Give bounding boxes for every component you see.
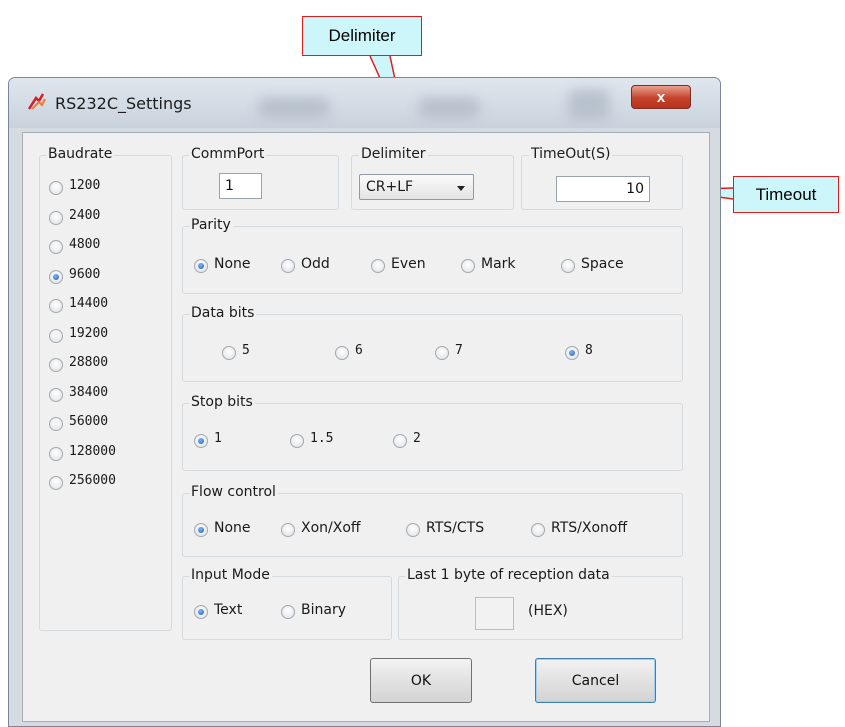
- flowcontrol-label-rts-cts[interactable]: RTS/CTS: [426, 520, 484, 536]
- stopbits-label-1[interactable]: 1: [214, 431, 222, 446]
- stopbits-radio-1-5[interactable]: [290, 434, 304, 448]
- parity-label-mark[interactable]: Mark: [481, 256, 516, 272]
- baudrate-label-1200[interactable]: 1200: [69, 178, 100, 193]
- parity-radio-odd[interactable]: [281, 259, 295, 273]
- databits-radio-5[interactable]: [222, 346, 236, 360]
- delimiter-label: Delimiter: [359, 146, 428, 162]
- flowcontrol-radio-rts-cts[interactable]: [406, 523, 420, 537]
- dialog-client-area: Baudrate CommPort 1 Delimiter CR+LF Time…: [22, 132, 710, 722]
- baudrate-radio-9600[interactable]: [49, 269, 63, 284]
- timeout-label: TimeOut(S): [529, 146, 613, 162]
- inputmode-label-binary[interactable]: Binary: [301, 602, 346, 618]
- parity-label: Parity: [189, 217, 233, 233]
- delimiter-value: CR+LF: [366, 179, 414, 195]
- databits-label-7[interactable]: 7: [455, 343, 463, 358]
- parity-radio-even[interactable]: [371, 259, 385, 273]
- parity-label-odd[interactable]: Odd: [301, 256, 330, 272]
- baudrate-radio-19200[interactable]: [49, 328, 63, 343]
- timeout-callout: Timeout: [733, 176, 839, 213]
- inputmode-label-text[interactable]: Text: [214, 602, 242, 618]
- ok-button[interactable]: OK: [370, 658, 472, 703]
- parity-label-none[interactable]: None: [214, 256, 251, 272]
- baudrate-label-256000[interactable]: 256000: [69, 473, 116, 488]
- baudrate-radio-256000[interactable]: [49, 476, 63, 490]
- flowcontrol-radio-none[interactable]: [194, 523, 208, 537]
- window-title: RS232C_Settings: [55, 94, 192, 113]
- inputmode-radio-binary[interactable]: [281, 605, 295, 619]
- cancel-button[interactable]: Cancel: [535, 658, 656, 703]
- baudrate-label-14400[interactable]: 14400: [69, 296, 108, 311]
- delimiter-select[interactable]: CR+LF: [359, 174, 474, 200]
- stopbits-label-2[interactable]: 2: [413, 431, 421, 446]
- stopbits-radio-1[interactable]: [194, 434, 208, 448]
- title-bar[interactable]: RS232C_Settings x: [9, 78, 720, 128]
- databits-radio-7[interactable]: [435, 346, 449, 360]
- baudrate-radio-128000[interactable]: [49, 446, 63, 461]
- parity-radio-mark[interactable]: [461, 259, 475, 273]
- flowcontrol-radio-rts-xonoff[interactable]: [531, 523, 545, 537]
- settings-window: RS232C_Settings x Baudrate CommPort 1 De…: [8, 77, 721, 727]
- stopbits-label: Stop bits: [189, 394, 255, 410]
- app-icon: [27, 93, 46, 110]
- baudrate-label-56000[interactable]: 56000: [69, 414, 108, 429]
- chevron-down-icon: [457, 186, 465, 191]
- flowcontrol-label-none[interactable]: None: [214, 520, 251, 536]
- baudrate-label-4800[interactable]: 4800: [69, 237, 100, 252]
- databits-radio-8[interactable]: [565, 346, 579, 360]
- databits-label: Data bits: [189, 305, 257, 321]
- baudrate-label: Baudrate: [46, 146, 115, 162]
- baudrate-label-2400[interactable]: 2400: [69, 208, 100, 223]
- stopbits-label-1-5[interactable]: 1.5: [310, 431, 333, 446]
- databits-group: Data bits: [182, 305, 683, 382]
- baudrate-label-128000[interactable]: 128000: [69, 444, 116, 459]
- lastbyte-label: Last 1 byte of reception data: [405, 567, 612, 583]
- baudrate-label-38400[interactable]: 38400: [69, 385, 108, 400]
- parity-radio-none[interactable]: [194, 259, 208, 273]
- baudrate-radio-2400[interactable]: [49, 210, 63, 225]
- parity-label-space[interactable]: Space: [581, 256, 624, 272]
- flowcontrol-label-xon-xoff[interactable]: Xon/Xoff: [301, 520, 361, 536]
- baudrate-radio-1200[interactable]: [49, 181, 63, 195]
- close-button[interactable]: x: [631, 85, 691, 109]
- flowcontrol-label: Flow control: [189, 484, 278, 500]
- baudrate-radio-14400[interactable]: [49, 299, 63, 313]
- commport-input[interactable]: 1: [219, 173, 262, 199]
- baudrate-radio-28800[interactable]: [49, 358, 63, 372]
- baudrate-radio-4800[interactable]: [49, 240, 63, 254]
- baudrate-label-28800[interactable]: 28800: [69, 355, 108, 370]
- stopbits-radio-2[interactable]: [393, 434, 407, 448]
- close-icon: x: [656, 88, 666, 106]
- hex-unit-label: (HEX): [528, 603, 568, 619]
- databits-label-6[interactable]: 6: [355, 343, 363, 358]
- baudrate-label-9600[interactable]: 9600: [69, 267, 100, 282]
- flowcontrol-radio-xon-xoff[interactable]: [281, 523, 295, 537]
- inputmode-radio-text[interactable]: [194, 605, 208, 619]
- baudrate-radio-56000[interactable]: [49, 417, 63, 431]
- timeout-input[interactable]: 10: [556, 176, 650, 202]
- flowcontrol-label-rts-xonoff[interactable]: RTS/Xonoff: [551, 520, 627, 536]
- lastbyte-input[interactable]: [475, 597, 514, 630]
- parity-radio-space[interactable]: [561, 259, 575, 273]
- stopbits-group: Stop bits: [182, 394, 683, 471]
- databits-label-8[interactable]: 8: [585, 343, 593, 358]
- inputmode-label: Input Mode: [189, 567, 272, 583]
- commport-label: CommPort: [189, 146, 267, 162]
- parity-label-even[interactable]: Even: [391, 256, 426, 272]
- delimiter-callout: Delimiter: [302, 16, 422, 56]
- baudrate-label-19200[interactable]: 19200: [69, 326, 108, 341]
- databits-radio-6[interactable]: [335, 346, 349, 360]
- baudrate-radio-38400[interactable]: [49, 387, 63, 402]
- databits-label-5[interactable]: 5: [242, 343, 250, 358]
